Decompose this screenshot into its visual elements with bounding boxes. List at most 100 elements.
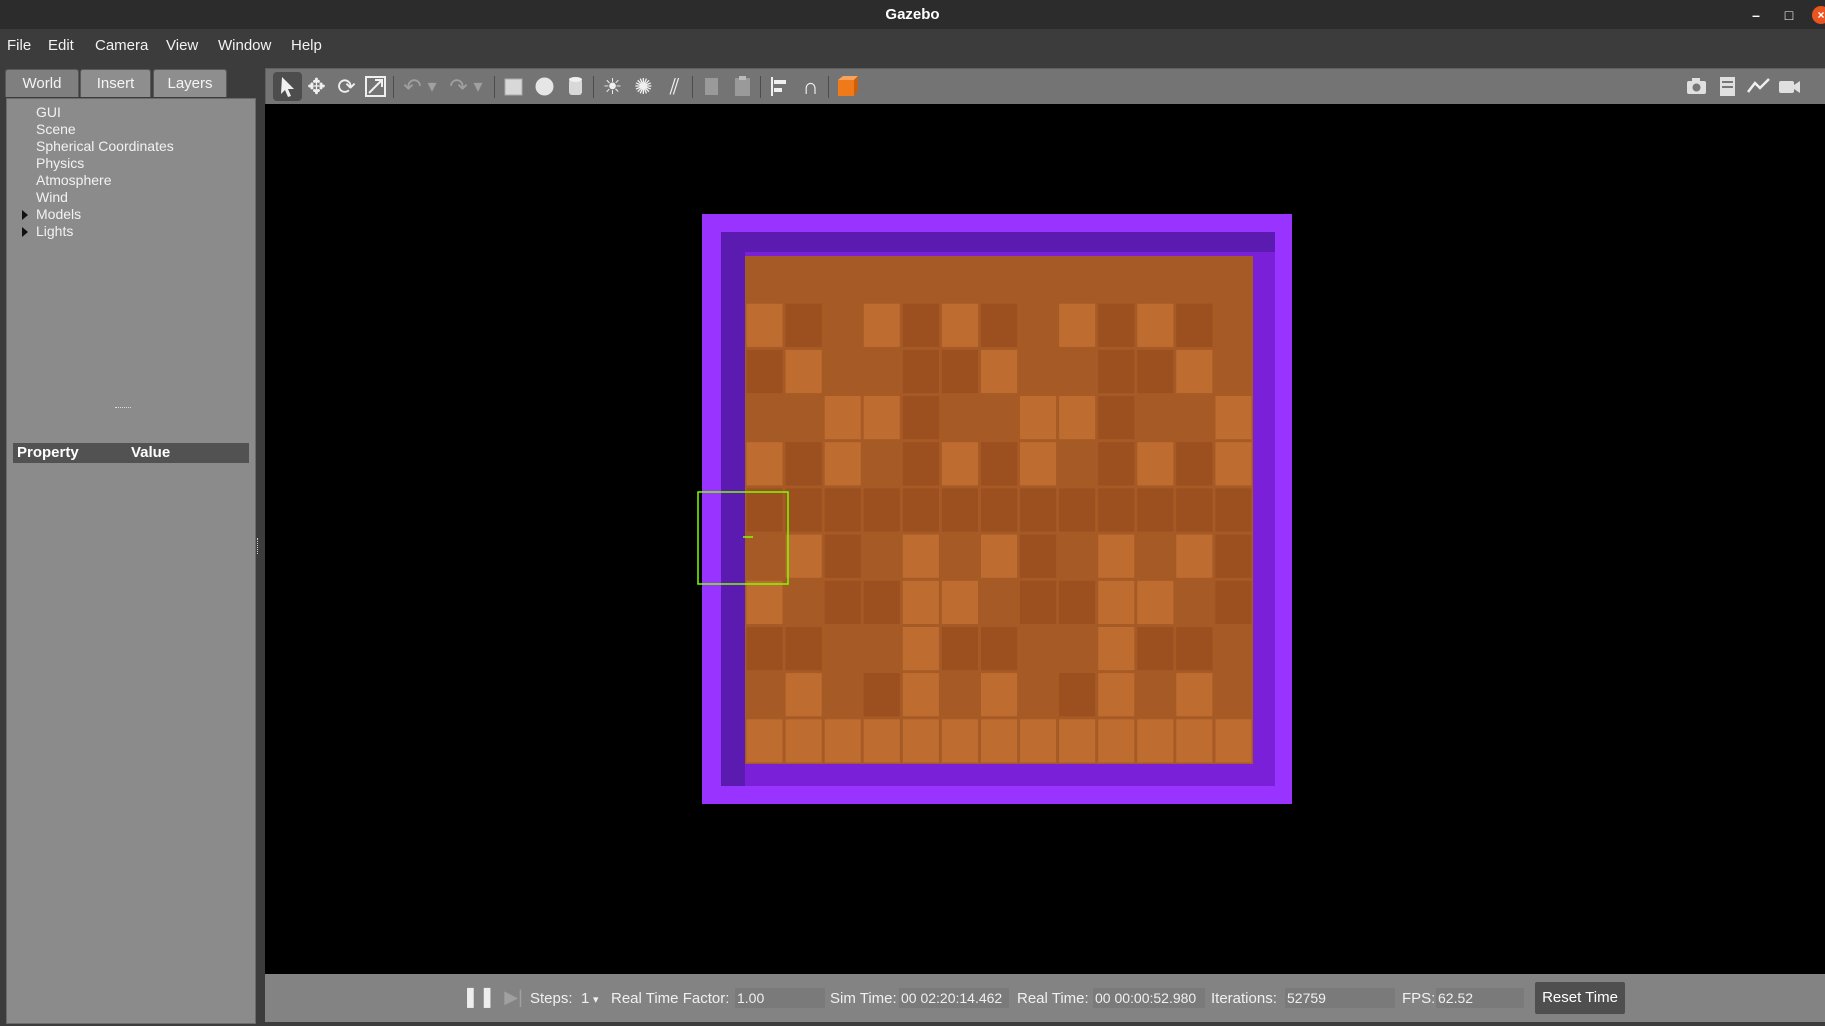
minimize-button[interactable]: –: [1745, 4, 1767, 26]
screenshot-icon[interactable]: [1682, 72, 1711, 101]
floor-tile: [1098, 580, 1135, 624]
floor-tile: [1020, 442, 1057, 486]
tree-item-atmosphere[interactable]: Atmosphere: [36, 172, 111, 188]
tree-item-scene[interactable]: Scene: [36, 121, 76, 137]
plot-icon[interactable]: [1744, 72, 1773, 101]
floor-tile: [902, 396, 939, 440]
snap-icon[interactable]: ∩: [796, 72, 825, 101]
floor-tile: [746, 627, 783, 671]
floor-tile: [981, 580, 1018, 624]
3d-viewport[interactable]: [265, 104, 1825, 974]
scale-icon[interactable]: [361, 72, 390, 101]
steps-label: Steps:: [530, 990, 573, 1007]
floor-tile: [981, 396, 1018, 440]
spot-light-icon[interactable]: ✺: [629, 72, 658, 101]
select-icon[interactable]: [273, 72, 302, 101]
translate-icon[interactable]: ✥: [302, 72, 331, 101]
toolbar-separator: [692, 76, 693, 98]
tab-layers[interactable]: Layers: [153, 69, 227, 97]
tree-item-physics[interactable]: Physics: [36, 155, 84, 171]
floor-tile: [1137, 719, 1174, 763]
wall-shadow-left: [721, 232, 745, 786]
floor-tile: [1098, 488, 1135, 532]
steps-dropdown-icon[interactable]: ▾: [593, 993, 599, 1006]
sphere-icon[interactable]: [530, 72, 559, 101]
menu-edit[interactable]: Edit: [48, 37, 74, 54]
floor-tile: [1215, 627, 1252, 671]
menu-camera[interactable]: Camera: [95, 37, 148, 54]
box-icon[interactable]: [499, 72, 528, 101]
floor-tile: [1176, 303, 1213, 347]
floor-tile: [902, 627, 939, 671]
floor-tile: [1215, 257, 1252, 301]
record-video-icon[interactable]: [1775, 72, 1804, 101]
floor-tile: [902, 349, 939, 394]
undo-dropdown-icon[interactable]: ▾: [425, 72, 439, 101]
step-icon[interactable]: ▶|: [499, 983, 528, 1012]
floor-tile: [981, 257, 1018, 301]
log-icon[interactable]: [1713, 72, 1742, 101]
floor-tile: [785, 257, 822, 301]
floor-tile: [1020, 349, 1057, 394]
redo-icon[interactable]: ↷: [444, 72, 473, 101]
floor-tile: [1020, 257, 1057, 301]
tab-insert[interactable]: Insert: [80, 69, 151, 97]
menu-view[interactable]: View: [166, 37, 198, 54]
copy-icon[interactable]: [697, 72, 726, 101]
floor-tile: [1176, 627, 1213, 671]
tree-item-models[interactable]: Models: [36, 206, 81, 222]
cylinder-icon[interactable]: [561, 72, 590, 101]
tree-item-spherical-coordinates[interactable]: Spherical Coordinates: [36, 138, 174, 154]
reset-time-button[interactable]: Reset Time: [1535, 982, 1625, 1014]
floor-tile: [1020, 719, 1057, 763]
floor-tile: [1098, 396, 1135, 440]
floor-tile: [941, 488, 978, 532]
floor-tile: [981, 303, 1018, 347]
close-button[interactable]: ×: [1812, 6, 1825, 24]
floor-tile: [941, 719, 978, 763]
panel-splitter-handle[interactable]: [115, 407, 131, 410]
floor-tile: [785, 719, 822, 763]
align-icon[interactable]: [765, 72, 794, 101]
floor-tile: [902, 580, 939, 624]
fps-field: 62.52: [1436, 988, 1524, 1008]
rotate-icon[interactable]: ⟳: [332, 72, 361, 101]
maximize-button[interactable]: □: [1778, 4, 1800, 26]
undo-icon[interactable]: ↶: [398, 72, 427, 101]
tree-item-wind[interactable]: Wind: [36, 189, 68, 205]
tree-item-lights[interactable]: Lights: [36, 223, 73, 239]
tab-world[interactable]: World: [5, 69, 79, 97]
floor-tile: [941, 534, 978, 578]
steps-value[interactable]: 1: [581, 990, 589, 1007]
tree-item-gui[interactable]: GUI: [36, 104, 61, 120]
paste-icon[interactable]: [728, 72, 757, 101]
floor-tile: [1059, 580, 1096, 624]
floor-tile: [1059, 673, 1096, 717]
floor-tile: [746, 673, 783, 717]
floor-tile: [1137, 488, 1174, 532]
floor-tile: [824, 627, 861, 671]
menu-file[interactable]: File: [7, 37, 31, 54]
change-view-icon[interactable]: [833, 72, 862, 101]
directional-light-icon[interactable]: ⫽: [660, 72, 689, 101]
menu-window[interactable]: Window: [218, 37, 271, 54]
redo-dropdown-icon[interactable]: ▾: [471, 72, 485, 101]
panel-resize-handle[interactable]: [257, 538, 261, 554]
expand-models-icon[interactable]: [22, 210, 28, 220]
floor-tile: [1020, 488, 1057, 532]
pause-icon[interactable]: ❚❚: [462, 983, 496, 1012]
property-column-header: Property: [17, 444, 79, 461]
floor-tile: [785, 442, 822, 486]
floor-tile: [1059, 442, 1096, 486]
expand-lights-icon[interactable]: [22, 227, 28, 237]
floor-tile: [1215, 673, 1252, 717]
window-title: Gazebo: [885, 6, 940, 23]
sim-time-field: 00 02:20:14.462: [899, 988, 1009, 1008]
floor-tile: [1137, 673, 1174, 717]
floor-tile: [1098, 303, 1135, 347]
menu-help[interactable]: Help: [291, 37, 322, 54]
point-light-icon[interactable]: ☀: [598, 72, 627, 101]
floor-tile: [1215, 349, 1252, 394]
toolbar-separator: [593, 76, 594, 98]
floor-tile: [824, 442, 861, 486]
